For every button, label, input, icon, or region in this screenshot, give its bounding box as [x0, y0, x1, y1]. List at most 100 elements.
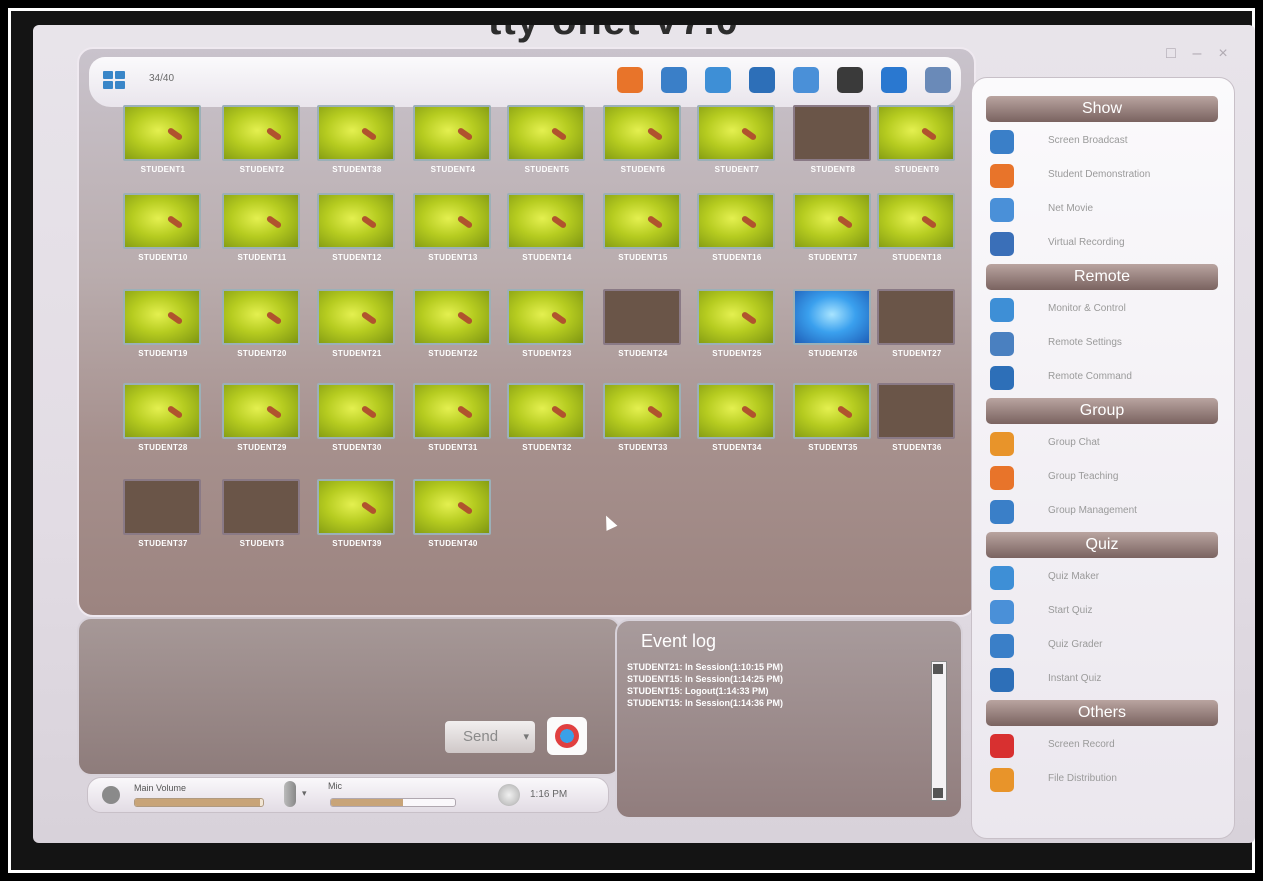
mic-icon[interactable]: [284, 781, 296, 807]
student-screen-thumbnail[interactable]: [507, 105, 585, 161]
thumbnail-view-icon[interactable]: [103, 71, 125, 89]
student-tile[interactable]: STUDENT15: [595, 193, 691, 283]
student-screen-thumbnail[interactable]: [317, 479, 395, 535]
file-tool-icon[interactable]: [705, 67, 731, 93]
menu-item-virtual-recording[interactable]: Virtual Recording: [990, 228, 1220, 260]
student-screen-thumbnail[interactable]: [877, 105, 955, 161]
student-tile[interactable]: STUDENT34: [689, 383, 785, 473]
student-tile[interactable]: STUDENT2: [214, 105, 310, 195]
student-tile[interactable]: STUDENT16: [689, 193, 785, 283]
student-screen-thumbnail[interactable]: [877, 289, 955, 345]
student-screen-thumbnail[interactable]: [123, 105, 201, 161]
black-screen-icon[interactable]: [837, 67, 863, 93]
screen-icon[interactable]: [881, 67, 907, 93]
student-screen-thumbnail[interactable]: [222, 193, 300, 249]
student-screen-thumbnail[interactable]: [603, 105, 681, 161]
student-tile[interactable]: STUDENT30: [309, 383, 405, 473]
student-screen-thumbnail[interactable]: [697, 383, 775, 439]
student-tile[interactable]: STUDENT26: [785, 289, 881, 379]
menu-item-group-chat[interactable]: Group Chat: [990, 428, 1220, 460]
student-screen-thumbnail[interactable]: [222, 479, 300, 535]
scroll-up-icon[interactable]: [933, 664, 943, 674]
chat-panel[interactable]: Send ▾: [77, 617, 621, 776]
student-screen-thumbnail[interactable]: [603, 193, 681, 249]
menu-item-group-teaching[interactable]: Group Teaching: [990, 462, 1220, 494]
student-screen-thumbnail[interactable]: [123, 289, 201, 345]
student-screen-thumbnail[interactable]: [123, 193, 201, 249]
student-tile[interactable]: STUDENT11: [214, 193, 310, 283]
send-dropdown-icon[interactable]: ▾: [523, 721, 529, 753]
menu-item-net-movie[interactable]: Net Movie: [990, 194, 1220, 226]
student-tile[interactable]: STUDENT8: [785, 105, 881, 195]
close-icon[interactable]: ×: [1213, 45, 1233, 63]
event-log-scrollbar[interactable]: [931, 661, 947, 801]
student-screen-thumbnail[interactable]: [507, 383, 585, 439]
student-screen-thumbnail[interactable]: [697, 105, 775, 161]
student-screen-thumbnail[interactable]: [222, 105, 300, 161]
menu-item-remote-settings[interactable]: Remote Settings: [990, 328, 1220, 360]
student-tile[interactable]: STUDENT20: [214, 289, 310, 379]
calendar-icon[interactable]: [925, 67, 951, 93]
menu-item-quiz-grader[interactable]: Quiz Grader: [990, 630, 1220, 662]
student-tile[interactable]: STUDENT29: [214, 383, 310, 473]
mic-dropdown-icon[interactable]: ▾: [302, 788, 307, 799]
restore-icon[interactable]: □: [1161, 45, 1181, 63]
menu-item-remote-command[interactable]: Remote Command: [990, 362, 1220, 394]
student-screen-thumbnail[interactable]: [793, 105, 871, 161]
student-tile[interactable]: STUDENT10: [115, 193, 211, 283]
student-tile[interactable]: STUDENT13: [405, 193, 501, 283]
student-screen-thumbnail[interactable]: [793, 289, 871, 345]
student-tile[interactable]: STUDENT33: [595, 383, 691, 473]
broadcast-tool-icon[interactable]: [617, 67, 643, 93]
student-tile[interactable]: STUDENT28: [115, 383, 211, 473]
menu-item-instant-quiz[interactable]: Instant Quiz: [990, 664, 1220, 696]
student-tile[interactable]: STUDENT38: [309, 105, 405, 195]
group-tool-icon[interactable]: [793, 67, 819, 93]
clear-button[interactable]: [547, 717, 587, 755]
scroll-down-icon[interactable]: [933, 788, 943, 798]
student-tile[interactable]: STUDENT31: [405, 383, 501, 473]
student-screen-thumbnail[interactable]: [877, 383, 955, 439]
student-screen-thumbnail[interactable]: [507, 289, 585, 345]
student-tile[interactable]: STUDENT4: [405, 105, 501, 195]
student-screen-thumbnail[interactable]: [222, 383, 300, 439]
student-screen-thumbnail[interactable]: [317, 383, 395, 439]
volume-slider[interactable]: [134, 798, 264, 807]
student-screen-thumbnail[interactable]: [413, 479, 491, 535]
student-tile[interactable]: STUDENT18: [869, 193, 965, 283]
menu-item-start-quiz[interactable]: Start Quiz: [990, 596, 1220, 628]
student-screen-thumbnail[interactable]: [793, 383, 871, 439]
mic-slider[interactable]: [330, 798, 456, 807]
student-tile[interactable]: STUDENT6: [595, 105, 691, 195]
student-tile[interactable]: STUDENT21: [309, 289, 405, 379]
menu-item-file-distribution[interactable]: File Distribution: [990, 764, 1220, 796]
menu-item-group-management[interactable]: Group Management: [990, 496, 1220, 528]
student-tile[interactable]: STUDENT24: [595, 289, 691, 379]
student-tile[interactable]: STUDENT5: [499, 105, 595, 195]
student-tile[interactable]: STUDENT14: [499, 193, 595, 283]
student-screen-thumbnail[interactable]: [413, 193, 491, 249]
student-tile[interactable]: STUDENT40: [405, 479, 501, 569]
menu-item-screen-record[interactable]: Screen Record: [990, 730, 1220, 762]
minimize-icon[interactable]: –: [1187, 45, 1207, 63]
student-screen-thumbnail[interactable]: [697, 289, 775, 345]
student-screen-thumbnail[interactable]: [603, 383, 681, 439]
menu-item-quiz-maker[interactable]: Quiz Maker: [990, 562, 1220, 594]
student-screen-thumbnail[interactable]: [317, 193, 395, 249]
student-screen-thumbnail[interactable]: [123, 383, 201, 439]
student-tile[interactable]: STUDENT9: [869, 105, 965, 195]
student-screen-thumbnail[interactable]: [123, 479, 201, 535]
student-tile[interactable]: STUDENT23: [499, 289, 595, 379]
student-screen-thumbnail[interactable]: [413, 105, 491, 161]
menu-item-student-demonstration[interactable]: Student Demonstration: [990, 160, 1220, 192]
student-screen-thumbnail[interactable]: [222, 289, 300, 345]
student-screen-thumbnail[interactable]: [317, 289, 395, 345]
student-tile[interactable]: STUDENT12: [309, 193, 405, 283]
student-tile[interactable]: STUDENT7: [689, 105, 785, 195]
student-screen-thumbnail[interactable]: [697, 193, 775, 249]
demonstration-tool-icon[interactable]: [661, 67, 687, 93]
student-screen-thumbnail[interactable]: [413, 289, 491, 345]
remote-tool-icon[interactable]: [749, 67, 775, 93]
student-tile[interactable]: STUDENT3: [214, 479, 310, 569]
send-button[interactable]: Send ▾: [445, 721, 535, 753]
